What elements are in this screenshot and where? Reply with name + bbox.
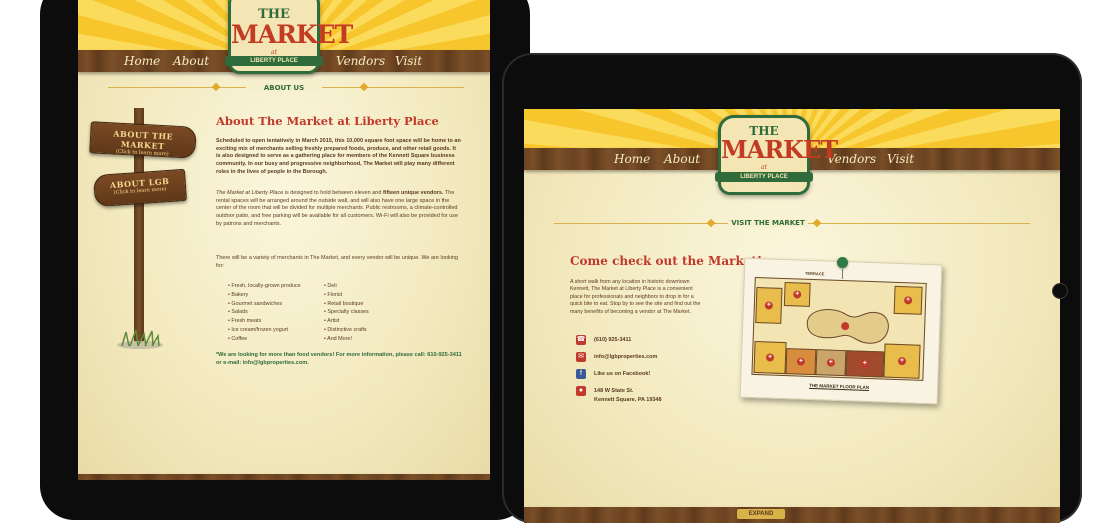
map-room[interactable]: + xyxy=(893,285,923,315)
vendor-list-item: Distinctive crafts xyxy=(324,326,420,335)
facebook-icon: f xyxy=(576,369,586,379)
vendor-list-item: Florist xyxy=(324,291,420,300)
grass-tuft-icon xyxy=(117,329,163,349)
para2-b: fifteen unique vendors. xyxy=(382,190,444,196)
contact-facebook[interactable]: Like us on Facebook! xyxy=(594,371,650,377)
pushpin-icon xyxy=(837,257,848,268)
section-label: ABOUT US xyxy=(246,84,322,92)
vendor-list-item: And More! xyxy=(324,335,420,344)
logo-ribbon: LIBERTY PLACE xyxy=(225,56,323,66)
phone-icon: ☎ xyxy=(576,335,586,345)
vendor-list-item: Fresh, locally-grown produce xyxy=(228,282,324,291)
para2-em: The Market at Liberty Place xyxy=(216,190,284,196)
sign-about-market[interactable]: ABOUT THE MARKET (Click to learn more) xyxy=(89,121,197,159)
vendor-list-item: Retail boutique xyxy=(324,300,420,309)
nav-visit[interactable]: Visit xyxy=(887,152,914,166)
map-room[interactable]: + xyxy=(815,349,847,377)
map-room[interactable]: + xyxy=(755,287,783,324)
map-caption: THE MARKET FLOOR PLAN xyxy=(808,382,870,391)
intro-paragraph: Scheduled to open tentatively in March 2… xyxy=(216,138,461,175)
nav-home[interactable]: Home xyxy=(614,152,650,166)
vendor-list-left: Fresh, locally-grown produceBakeryGourme… xyxy=(228,282,324,343)
market-logo[interactable]: THE MARKET at LIBERTY PLACE xyxy=(715,115,838,195)
tablet-right-screen: Home About Vendors Visit THE MARKET at L… xyxy=(524,109,1060,523)
vendor-list-item: Salads xyxy=(228,308,324,317)
vendor-list-right: DeliFloristRetail boutiqueSpecialty clas… xyxy=(324,282,420,343)
logo-market: MARKET xyxy=(721,135,838,164)
vendor-list-item: Deli xyxy=(324,282,420,291)
contact-address-line2: Kennett Square, PA 19348 xyxy=(594,397,662,403)
map-terrace-label: TERRACE xyxy=(804,270,825,277)
section-label: VISIT THE MARKET xyxy=(728,219,808,227)
para2-a: is designed to hold between eleven and xyxy=(283,190,383,196)
map-room[interactable]: + xyxy=(785,348,817,376)
pushpin-needle xyxy=(842,269,843,279)
tablet-left-screen: Home About Vendors Visit THE MARKET at L… xyxy=(78,0,490,480)
vendor-list-item: Fresh meats xyxy=(228,317,324,326)
sign-about-lgb[interactable]: ABOUT LGB (Click to learn more) xyxy=(92,168,188,208)
location-pin-icon: ● xyxy=(576,386,586,396)
nav-about[interactable]: About xyxy=(664,152,700,166)
variety-paragraph: There will be a variety of merchants in … xyxy=(216,255,458,269)
vendor-list-item: Bakery xyxy=(228,291,324,300)
floor-plan-map[interactable]: TERRACE + + + + + + + + THE MARKET FLOOR… xyxy=(739,257,943,405)
page-heading: About The Market at Liberty Place xyxy=(216,114,439,128)
nav-visit[interactable]: Visit xyxy=(395,54,422,68)
market-logo[interactable]: THE MARKET at LIBERTY PLACE xyxy=(225,0,353,74)
tablet-left: Home About Vendors Visit THE MARKET at L… xyxy=(40,0,530,520)
central-space-shape xyxy=(806,308,889,344)
footer-bar xyxy=(524,507,1060,523)
callout-text: *We are looking for more than food vendo… xyxy=(216,352,462,366)
vendor-list-item: Artist xyxy=(324,317,420,326)
contact-phone[interactable]: (610) 925-3411 xyxy=(594,337,631,343)
logo-market: MARKET xyxy=(231,20,353,49)
logo-ribbon: LIBERTY PLACE xyxy=(715,172,813,182)
nav-home[interactable]: Home xyxy=(124,54,160,68)
vendor-list-item: Specialty classes xyxy=(324,308,420,317)
nav-vendors[interactable]: Vendors xyxy=(336,54,385,68)
tablet-home-button[interactable] xyxy=(1052,283,1068,299)
contact-address-line1: 148 W State St. xyxy=(594,388,634,394)
page-heading: Come check out the Market! xyxy=(570,254,763,268)
vendor-list-item: Coffee xyxy=(228,335,324,344)
logo-at: at xyxy=(271,49,277,56)
tablet-right: Home About Vendors Visit THE MARKET at L… xyxy=(502,53,1082,523)
intro-paragraph: A short walk from any location in histor… xyxy=(570,279,701,315)
vendor-list-item: Ice cream/frozen yogurt xyxy=(228,326,324,335)
nav-about[interactable]: About xyxy=(173,54,209,68)
vendors-paragraph: The Market at Liberty Place is designed … xyxy=(216,190,462,228)
vendor-list-item: Gourmet sandwiches xyxy=(228,300,324,309)
map-room[interactable]: + xyxy=(753,340,787,375)
logo-at: at xyxy=(761,164,767,171)
expand-button[interactable]: EXPAND xyxy=(737,509,785,519)
footer-bar xyxy=(78,474,490,480)
contact-email[interactable]: info@lgbproperties.com xyxy=(594,354,657,360)
map-room[interactable]: + xyxy=(845,350,885,378)
email-icon: ✉ xyxy=(576,352,586,362)
